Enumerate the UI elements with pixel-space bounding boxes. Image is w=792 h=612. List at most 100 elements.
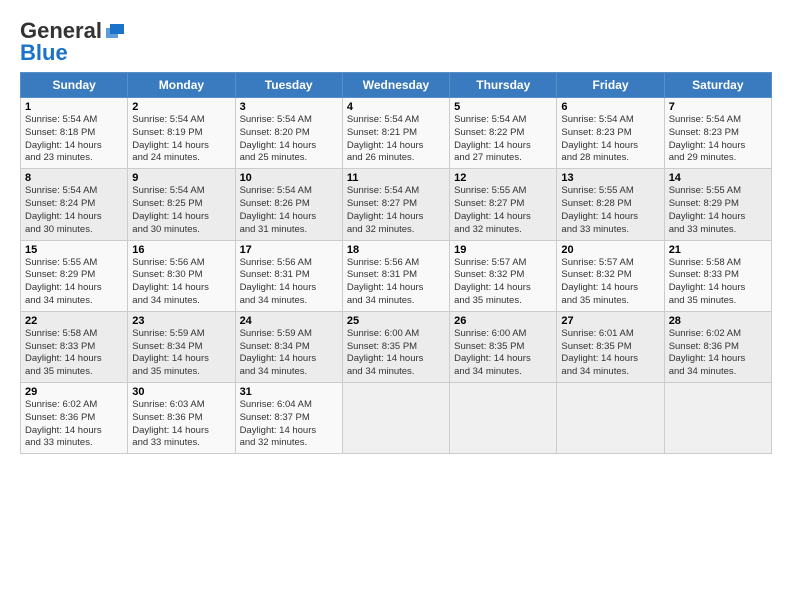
weekday-header-friday: Friday bbox=[557, 73, 664, 98]
day-info: Sunrise: 5:58 AM Sunset: 8:33 PM Dayligh… bbox=[25, 328, 123, 379]
calendar-cell: 9Sunrise: 5:54 AM Sunset: 8:25 PM Daylig… bbox=[128, 169, 235, 240]
calendar-cell: 30Sunrise: 6:03 AM Sunset: 8:36 PM Dayli… bbox=[128, 383, 235, 454]
day-number: 1 bbox=[25, 101, 123, 113]
logo-icon bbox=[104, 22, 126, 40]
calendar-cell: 4Sunrise: 5:54 AM Sunset: 8:21 PM Daylig… bbox=[342, 98, 449, 169]
calendar-cell: 28Sunrise: 6:02 AM Sunset: 8:36 PM Dayli… bbox=[664, 311, 771, 382]
day-number: 23 bbox=[132, 315, 230, 327]
day-info: Sunrise: 5:55 AM Sunset: 8:28 PM Dayligh… bbox=[561, 185, 659, 236]
day-number: 12 bbox=[454, 172, 552, 184]
day-info: Sunrise: 6:00 AM Sunset: 8:35 PM Dayligh… bbox=[347, 328, 445, 379]
day-info: Sunrise: 5:57 AM Sunset: 8:32 PM Dayligh… bbox=[561, 257, 659, 308]
calendar-cell: 18Sunrise: 5:56 AM Sunset: 8:31 PM Dayli… bbox=[342, 240, 449, 311]
calendar-cell: 22Sunrise: 5:58 AM Sunset: 8:33 PM Dayli… bbox=[21, 311, 128, 382]
day-number: 22 bbox=[25, 315, 123, 327]
day-number: 21 bbox=[669, 244, 767, 256]
day-info: Sunrise: 5:57 AM Sunset: 8:32 PM Dayligh… bbox=[454, 257, 552, 308]
header: General Blue bbox=[20, 18, 772, 66]
calendar-week-1: 1Sunrise: 5:54 AM Sunset: 8:18 PM Daylig… bbox=[21, 98, 772, 169]
day-info: Sunrise: 5:54 AM Sunset: 8:24 PM Dayligh… bbox=[25, 185, 123, 236]
weekday-header-row: SundayMondayTuesdayWednesdayThursdayFrid… bbox=[21, 73, 772, 98]
calendar-table: SundayMondayTuesdayWednesdayThursdayFrid… bbox=[20, 72, 772, 454]
day-info: Sunrise: 5:54 AM Sunset: 8:22 PM Dayligh… bbox=[454, 114, 552, 165]
day-number: 6 bbox=[561, 101, 659, 113]
calendar-week-3: 15Sunrise: 5:55 AM Sunset: 8:29 PM Dayli… bbox=[21, 240, 772, 311]
day-number: 4 bbox=[347, 101, 445, 113]
day-number: 27 bbox=[561, 315, 659, 327]
calendar-cell: 21Sunrise: 5:58 AM Sunset: 8:33 PM Dayli… bbox=[664, 240, 771, 311]
day-info: Sunrise: 5:56 AM Sunset: 8:31 PM Dayligh… bbox=[347, 257, 445, 308]
day-number: 9 bbox=[132, 172, 230, 184]
day-info: Sunrise: 6:01 AM Sunset: 8:35 PM Dayligh… bbox=[561, 328, 659, 379]
day-info: Sunrise: 5:55 AM Sunset: 8:29 PM Dayligh… bbox=[25, 257, 123, 308]
calendar-cell: 13Sunrise: 5:55 AM Sunset: 8:28 PM Dayli… bbox=[557, 169, 664, 240]
day-info: Sunrise: 6:02 AM Sunset: 8:36 PM Dayligh… bbox=[25, 399, 123, 450]
day-number: 26 bbox=[454, 315, 552, 327]
weekday-header-tuesday: Tuesday bbox=[235, 73, 342, 98]
day-info: Sunrise: 5:54 AM Sunset: 8:21 PM Dayligh… bbox=[347, 114, 445, 165]
calendar-body: 1Sunrise: 5:54 AM Sunset: 8:18 PM Daylig… bbox=[21, 98, 772, 454]
calendar-week-4: 22Sunrise: 5:58 AM Sunset: 8:33 PM Dayli… bbox=[21, 311, 772, 382]
calendar-cell: 1Sunrise: 5:54 AM Sunset: 8:18 PM Daylig… bbox=[21, 98, 128, 169]
day-info: Sunrise: 5:54 AM Sunset: 8:19 PM Dayligh… bbox=[132, 114, 230, 165]
calendar-cell bbox=[557, 383, 664, 454]
weekday-header-sunday: Sunday bbox=[21, 73, 128, 98]
day-info: Sunrise: 5:58 AM Sunset: 8:33 PM Dayligh… bbox=[669, 257, 767, 308]
calendar-cell: 26Sunrise: 6:00 AM Sunset: 8:35 PM Dayli… bbox=[450, 311, 557, 382]
calendar-cell: 6Sunrise: 5:54 AM Sunset: 8:23 PM Daylig… bbox=[557, 98, 664, 169]
calendar-cell: 31Sunrise: 6:04 AM Sunset: 8:37 PM Dayli… bbox=[235, 383, 342, 454]
day-info: Sunrise: 5:54 AM Sunset: 8:18 PM Dayligh… bbox=[25, 114, 123, 165]
day-number: 15 bbox=[25, 244, 123, 256]
day-info: Sunrise: 6:02 AM Sunset: 8:36 PM Dayligh… bbox=[669, 328, 767, 379]
calendar-week-5: 29Sunrise: 6:02 AM Sunset: 8:36 PM Dayli… bbox=[21, 383, 772, 454]
calendar-cell: 14Sunrise: 5:55 AM Sunset: 8:29 PM Dayli… bbox=[664, 169, 771, 240]
day-number: 7 bbox=[669, 101, 767, 113]
day-info: Sunrise: 6:04 AM Sunset: 8:37 PM Dayligh… bbox=[240, 399, 338, 450]
day-number: 13 bbox=[561, 172, 659, 184]
day-info: Sunrise: 6:00 AM Sunset: 8:35 PM Dayligh… bbox=[454, 328, 552, 379]
calendar-cell: 2Sunrise: 5:54 AM Sunset: 8:19 PM Daylig… bbox=[128, 98, 235, 169]
calendar-cell: 8Sunrise: 5:54 AM Sunset: 8:24 PM Daylig… bbox=[21, 169, 128, 240]
calendar-header: SundayMondayTuesdayWednesdayThursdayFrid… bbox=[21, 73, 772, 98]
day-number: 31 bbox=[240, 386, 338, 398]
calendar-cell: 5Sunrise: 5:54 AM Sunset: 8:22 PM Daylig… bbox=[450, 98, 557, 169]
weekday-header-wednesday: Wednesday bbox=[342, 73, 449, 98]
day-number: 24 bbox=[240, 315, 338, 327]
calendar-cell bbox=[664, 383, 771, 454]
day-number: 18 bbox=[347, 244, 445, 256]
calendar-cell: 12Sunrise: 5:55 AM Sunset: 8:27 PM Dayli… bbox=[450, 169, 557, 240]
calendar-cell: 3Sunrise: 5:54 AM Sunset: 8:20 PM Daylig… bbox=[235, 98, 342, 169]
calendar-cell: 27Sunrise: 6:01 AM Sunset: 8:35 PM Dayli… bbox=[557, 311, 664, 382]
calendar-cell: 16Sunrise: 5:56 AM Sunset: 8:30 PM Dayli… bbox=[128, 240, 235, 311]
day-info: Sunrise: 5:56 AM Sunset: 8:31 PM Dayligh… bbox=[240, 257, 338, 308]
day-info: Sunrise: 5:55 AM Sunset: 8:29 PM Dayligh… bbox=[669, 185, 767, 236]
weekday-header-saturday: Saturday bbox=[664, 73, 771, 98]
calendar-week-2: 8Sunrise: 5:54 AM Sunset: 8:24 PM Daylig… bbox=[21, 169, 772, 240]
logo-blue: Blue bbox=[20, 40, 68, 66]
day-info: Sunrise: 5:54 AM Sunset: 8:23 PM Dayligh… bbox=[561, 114, 659, 165]
calendar-cell: 20Sunrise: 5:57 AM Sunset: 8:32 PM Dayli… bbox=[557, 240, 664, 311]
day-info: Sunrise: 5:55 AM Sunset: 8:27 PM Dayligh… bbox=[454, 185, 552, 236]
day-number: 20 bbox=[561, 244, 659, 256]
day-number: 30 bbox=[132, 386, 230, 398]
day-info: Sunrise: 5:56 AM Sunset: 8:30 PM Dayligh… bbox=[132, 257, 230, 308]
calendar-cell: 23Sunrise: 5:59 AM Sunset: 8:34 PM Dayli… bbox=[128, 311, 235, 382]
day-number: 2 bbox=[132, 101, 230, 113]
day-number: 29 bbox=[25, 386, 123, 398]
weekday-header-monday: Monday bbox=[128, 73, 235, 98]
day-info: Sunrise: 5:59 AM Sunset: 8:34 PM Dayligh… bbox=[240, 328, 338, 379]
day-info: Sunrise: 5:59 AM Sunset: 8:34 PM Dayligh… bbox=[132, 328, 230, 379]
weekday-header-thursday: Thursday bbox=[450, 73, 557, 98]
day-info: Sunrise: 6:03 AM Sunset: 8:36 PM Dayligh… bbox=[132, 399, 230, 450]
calendar-cell: 24Sunrise: 5:59 AM Sunset: 8:34 PM Dayli… bbox=[235, 311, 342, 382]
calendar-cell: 25Sunrise: 6:00 AM Sunset: 8:35 PM Dayli… bbox=[342, 311, 449, 382]
page: General Blue SundayMondayTuesdayWednesda… bbox=[0, 0, 792, 612]
calendar-cell: 17Sunrise: 5:56 AM Sunset: 8:31 PM Dayli… bbox=[235, 240, 342, 311]
day-number: 14 bbox=[669, 172, 767, 184]
day-number: 10 bbox=[240, 172, 338, 184]
day-info: Sunrise: 5:54 AM Sunset: 8:23 PM Dayligh… bbox=[669, 114, 767, 165]
calendar-cell: 11Sunrise: 5:54 AM Sunset: 8:27 PM Dayli… bbox=[342, 169, 449, 240]
day-info: Sunrise: 5:54 AM Sunset: 8:26 PM Dayligh… bbox=[240, 185, 338, 236]
calendar-cell: 19Sunrise: 5:57 AM Sunset: 8:32 PM Dayli… bbox=[450, 240, 557, 311]
calendar-cell bbox=[342, 383, 449, 454]
